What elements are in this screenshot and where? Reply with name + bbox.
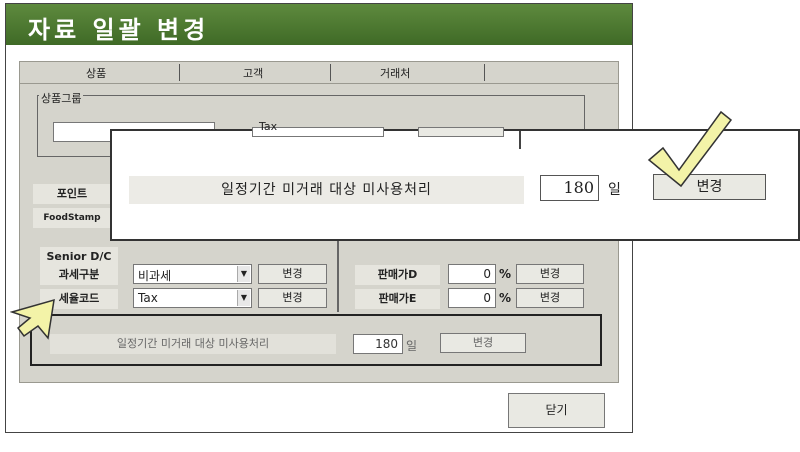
group-change-button [418,127,504,137]
tax-code-change-button[interactable]: 변경 [258,288,327,308]
tax-code-select[interactable]: Tax ▼ [133,288,252,308]
highlight-frame [30,314,602,366]
chevron-down-icon: ▼ [237,266,250,282]
close-button[interactable]: 닫기 [508,393,605,428]
callout-days-unit: 일 [608,182,621,198]
point-label: 포인트 [33,184,111,204]
window-title: 자료 일괄 변경 [28,16,210,44]
callout-arrow-icon [10,298,55,340]
callout-days-input[interactable]: 180 [540,175,599,201]
product-group-label: 상품그룹 [39,90,84,106]
chevron-down-icon: ▼ [237,290,250,306]
foodstamp-label: FoodStamp [33,208,111,228]
senior-dc-label: Senior D/C [40,247,118,267]
tab-divider [484,64,485,81]
tab-divider [330,64,331,81]
tab-divider [179,64,180,81]
tab-vendor[interactable]: 거래처 [380,65,410,81]
column-divider [337,240,339,312]
divider [519,131,521,149]
price-e-input[interactable]: 0 [448,288,496,308]
group-field-2: Tax [252,120,384,137]
tax-type-select[interactable]: 비과세 ▼ [133,264,252,284]
price-d-change-button[interactable]: 변경 [516,264,584,284]
tax-type-change-button[interactable]: 변경 [258,264,327,284]
tax-type-label: 과세구분 [40,265,118,285]
price-e-unit: % [499,291,512,305]
tab-customer[interactable]: 고객 [243,65,263,81]
price-d-input[interactable]: 0 [448,264,496,284]
price-e-change-button[interactable]: 변경 [516,288,584,308]
title-bar: 자료 일괄 변경 [6,4,632,45]
checkmark-icon [647,110,733,188]
price-d-unit: % [499,267,512,281]
tab-product[interactable]: 상품 [86,65,106,81]
tab-strip: 상품 고객 거래처 [20,62,618,84]
price-e-label: 판매가E [355,289,440,309]
callout-label: 일정기간 미거래 대상 미사용처리 [129,176,524,204]
price-d-label: 판매가D [355,265,440,285]
